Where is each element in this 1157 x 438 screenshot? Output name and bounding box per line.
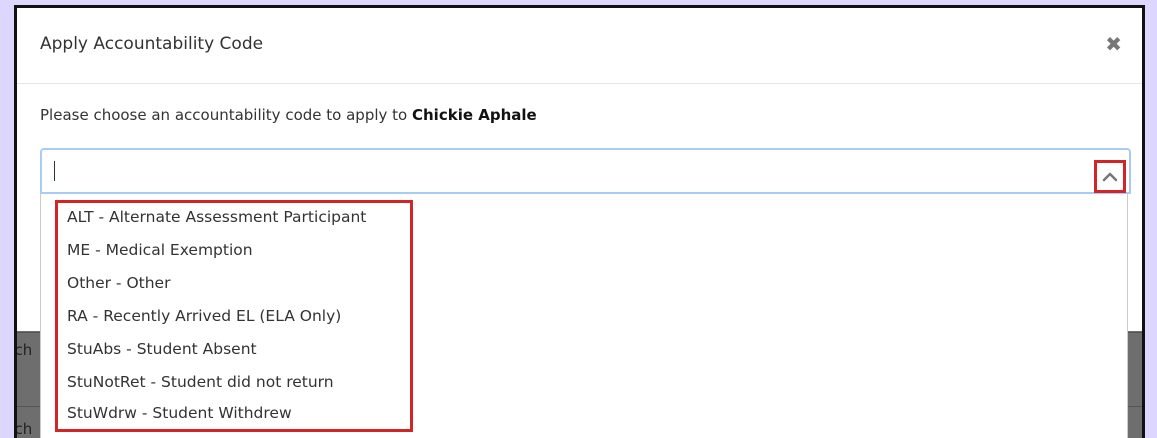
option-alt[interactable]: ALT - Alternate Assessment Participant bbox=[67, 208, 366, 226]
accountability-code-select[interactable] bbox=[40, 148, 1131, 194]
close-icon[interactable]: ✖ bbox=[1105, 34, 1122, 54]
option-stunotret[interactable]: StuNotRet - Student did not return bbox=[67, 373, 334, 391]
prompt-text: Please choose an accountability code to … bbox=[40, 106, 408, 124]
option-me[interactable]: ME - Medical Exemption bbox=[67, 241, 253, 259]
option-stuabs[interactable]: StuAbs - Student Absent bbox=[67, 340, 257, 358]
chevron-up-icon bbox=[1102, 172, 1118, 181]
dropdown-toggle-button[interactable] bbox=[1094, 160, 1126, 193]
modal-prompt: Please choose an accountability code to … bbox=[40, 106, 537, 124]
option-stuwdrw[interactable]: StuWdrw - Student Withdrew bbox=[67, 404, 292, 422]
text-caret bbox=[54, 161, 55, 181]
dropdown-options-list: ALT - Alternate Assessment Participant M… bbox=[40, 194, 1128, 438]
background-row-text: Sch bbox=[14, 420, 33, 438]
option-other[interactable]: Other - Other bbox=[67, 274, 170, 292]
student-name: Chickie Aphale bbox=[412, 106, 537, 124]
background-row-text: Sch bbox=[14, 341, 33, 359]
modal-title: Apply Accountability Code bbox=[40, 34, 264, 54]
option-ra[interactable]: RA - Recently Arrived EL (ELA Only) bbox=[67, 307, 341, 325]
modal-header: Apply Accountability Code ✖ bbox=[17, 8, 1142, 84]
